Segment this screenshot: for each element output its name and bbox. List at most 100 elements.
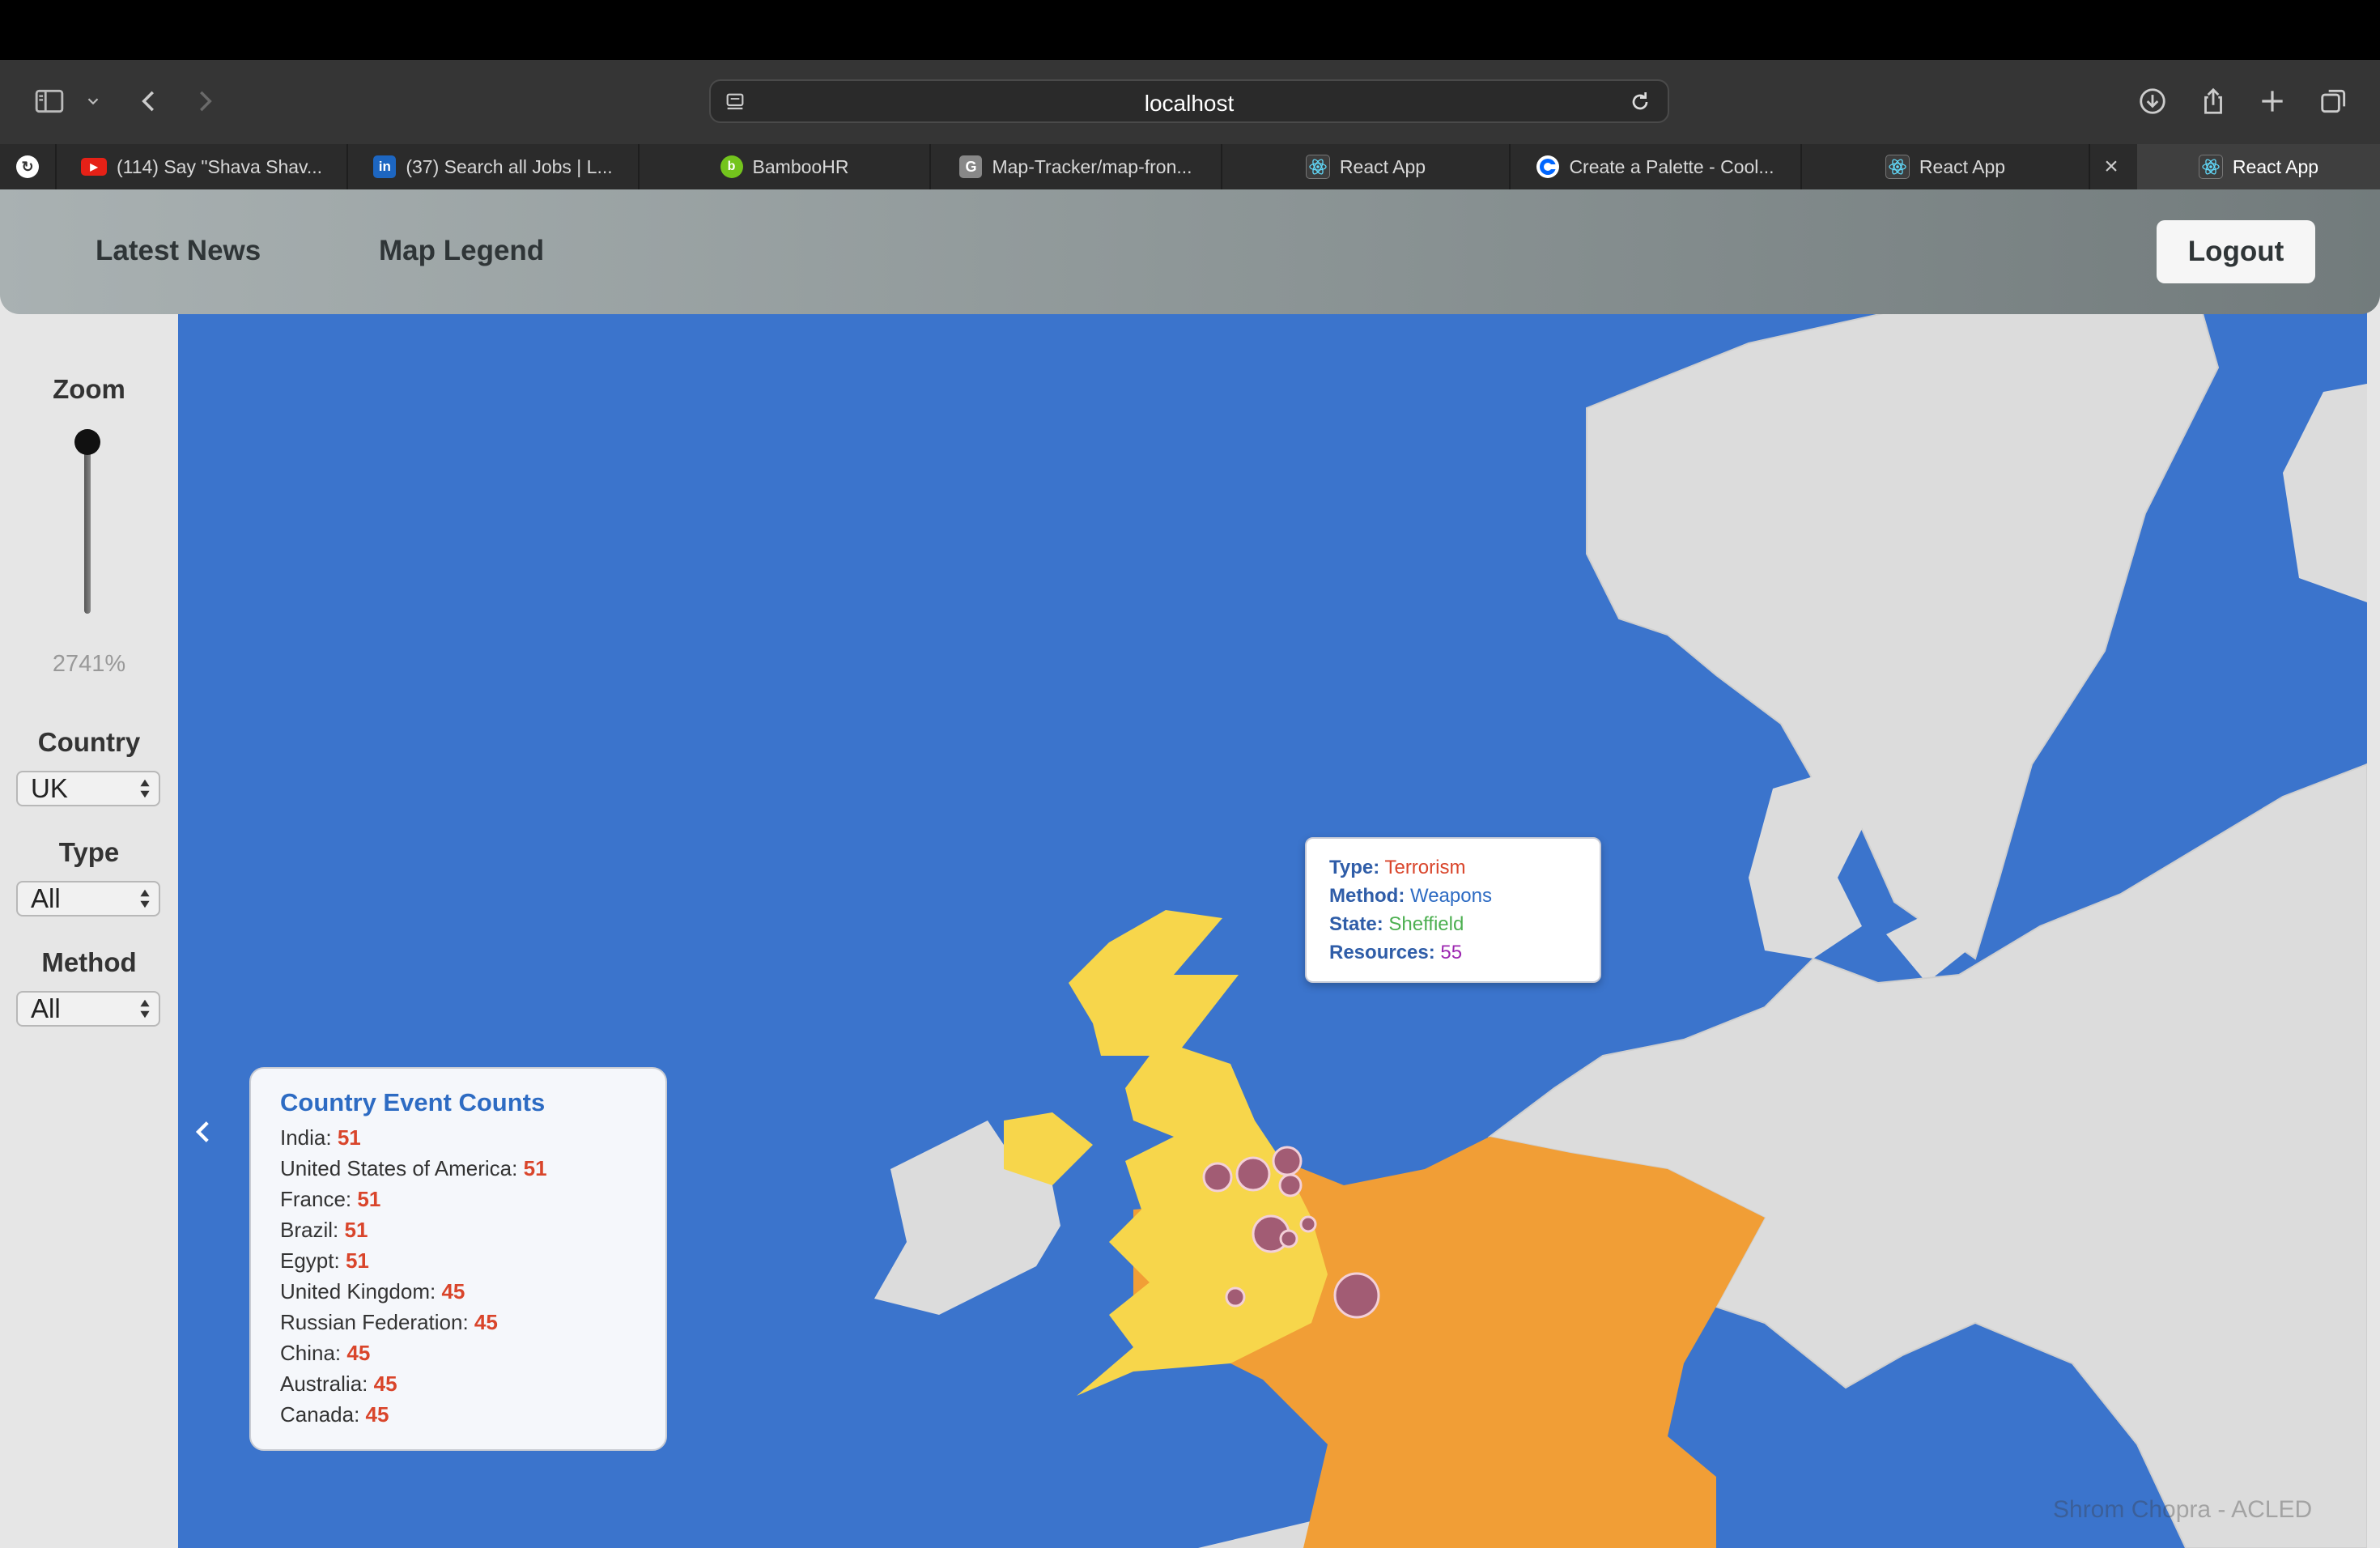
tab-github[interactable]: G Map-Tracker/map-fron... (931, 144, 1222, 189)
method-select-value: All (31, 993, 61, 1023)
list-item: Egypt: 51 (280, 1245, 665, 1276)
reload-icon[interactable] (1627, 89, 1653, 115)
bamboohr-icon: b (720, 155, 743, 178)
event-marker (1279, 1229, 1298, 1248)
github-icon: G (959, 155, 983, 178)
list-item: Russian Federation: 45 (280, 1307, 665, 1337)
counts-list: India: 51 United States of America: 51 Fra… (280, 1122, 665, 1430)
event-marker (1333, 1272, 1380, 1319)
list-item: France: 51 (280, 1184, 665, 1214)
tab-coolors[interactable]: Create a Palette - Cool... (1511, 144, 1802, 189)
react-icon (1305, 155, 1330, 179)
tooltip-state: State: Sheffield (1329, 913, 1464, 935)
back-icon[interactable] (132, 84, 166, 118)
tab-label: Create a Palette - Cool... (1569, 155, 1774, 177)
tab-label: React App (1339, 155, 1426, 177)
counts-title: Country Event Counts (280, 1088, 546, 1116)
close-tab-icon[interactable]: × (2102, 144, 2121, 189)
share-icon[interactable] (2196, 84, 2230, 118)
country-name: Egypt: (280, 1248, 340, 1273)
country-count: 51 (344, 1218, 368, 1242)
country-count: 45 (346, 1341, 371, 1365)
method-label: Method (41, 947, 137, 977)
chevron-down-icon[interactable] (81, 84, 105, 118)
map-legend-link[interactable]: Map Legend (379, 235, 544, 267)
map-credit: Shrom Chopra - ACLED (2053, 1496, 2313, 1523)
country-select-value: UK (31, 773, 68, 803)
tab-label: BambooHR (752, 155, 849, 177)
app-root: Latest News Map Legend Logout Zoom 2741%… (0, 189, 2380, 1548)
tab-linkedin[interactable]: in (37) Search all Jobs | L... (348, 144, 640, 189)
coolors-icon (1536, 155, 1560, 178)
list-item: Australia: 45 (280, 1368, 665, 1399)
country-name: United States of America: (280, 1156, 518, 1180)
country-name: China: (280, 1341, 342, 1365)
event-marker (1202, 1162, 1233, 1193)
method-select[interactable]: All (16, 991, 160, 1027)
country-count: 51 (345, 1248, 369, 1273)
tab-pinned-proton[interactable]: ↻ (0, 144, 57, 189)
select-arrows-icon (140, 779, 150, 798)
downloads-icon[interactable] (2136, 84, 2170, 118)
collapse-sidebar-button[interactable] (188, 1099, 220, 1164)
tab-youtube[interactable]: ▶ (114) Say "Shava Shav... (57, 144, 348, 189)
country-count: 45 (373, 1372, 397, 1396)
country-name: Russian Federation: (280, 1310, 469, 1334)
country-name: India: (280, 1125, 332, 1150)
tab-label: React App (1919, 155, 2006, 177)
event-marker (1225, 1286, 1246, 1308)
latest-news-link[interactable]: Latest News (96, 235, 261, 267)
event-marker (1235, 1156, 1271, 1192)
zoom-label: Zoom (53, 374, 125, 404)
list-item: India: 51 (280, 1122, 665, 1153)
new-tab-icon[interactable] (2255, 84, 2289, 118)
address-bar[interactable]: localhost (709, 79, 1669, 123)
tooltip-resources: Resources: 55 (1329, 942, 1463, 963)
event-marker (1272, 1146, 1303, 1176)
country-count: 51 (357, 1187, 381, 1211)
tab-label: (114) Say "Shava Shav... (116, 155, 323, 177)
tab-react-app-2[interactable]: React App (1802, 144, 2090, 189)
react-icon (1885, 155, 1910, 179)
tab-bar: ↻ ▶ (114) Say "Shava Shav... in (37) Sea… (0, 144, 2380, 189)
list-item: Canada: 45 (280, 1399, 665, 1430)
tab-label: (37) Search all Jobs | L... (406, 155, 613, 177)
country-name: Australia: (280, 1372, 368, 1396)
list-item: China: 45 (280, 1337, 665, 1368)
linkedin-icon: in (373, 155, 397, 178)
list-item: United Kingdom: 45 (280, 1276, 665, 1307)
event-tooltip: Type: Terrorism Method: Weapons State: S… (1305, 837, 1601, 983)
zoom-slider-thumb[interactable] (74, 429, 100, 455)
sidebar-toggle-icon[interactable] (32, 84, 66, 118)
list-item: United States of America: 51 (280, 1153, 665, 1184)
forward-icon[interactable] (188, 84, 222, 118)
app-header: Latest News Map Legend Logout (0, 189, 2380, 314)
type-select-value: All (31, 883, 61, 913)
select-arrows-icon (140, 889, 150, 908)
country-event-counts-panel: Country Event Counts India: 51 United Sta… (249, 1067, 667, 1451)
browser-toolbar: localhost (0, 60, 2380, 144)
type-label: Type (58, 837, 120, 867)
tab-label: Map-Tracker/map-fron... (992, 155, 1192, 177)
chevron-left-icon (195, 1121, 209, 1142)
tooltip-type: Type: Terrorism (1329, 857, 1466, 878)
logout-button[interactable]: Logout (2157, 220, 2315, 283)
country-count: 51 (337, 1125, 361, 1150)
country-name: Brazil: (280, 1218, 339, 1242)
tab-overview-icon[interactable] (2317, 84, 2351, 118)
country-count: 51 (523, 1156, 547, 1180)
proton-icon: ↻ (16, 155, 39, 178)
tab-react-app-1[interactable]: React App (1222, 144, 1511, 189)
tooltip-method: Method: Weapons (1329, 885, 1492, 907)
event-marker (1278, 1173, 1303, 1197)
tab-react-app-active[interactable]: React App (2137, 144, 2380, 189)
zoom-slider-track[interactable] (84, 436, 91, 614)
zoom-value: 2741% (52, 651, 126, 677)
event-marker (1299, 1215, 1317, 1233)
country-select[interactable]: UK (16, 771, 160, 806)
type-select[interactable]: All (16, 881, 160, 916)
tab-bamboohr[interactable]: b BambooHR (640, 144, 931, 189)
country-count: 45 (474, 1310, 498, 1334)
system-menu-bar (0, 0, 2380, 60)
country-count: 45 (441, 1279, 465, 1303)
